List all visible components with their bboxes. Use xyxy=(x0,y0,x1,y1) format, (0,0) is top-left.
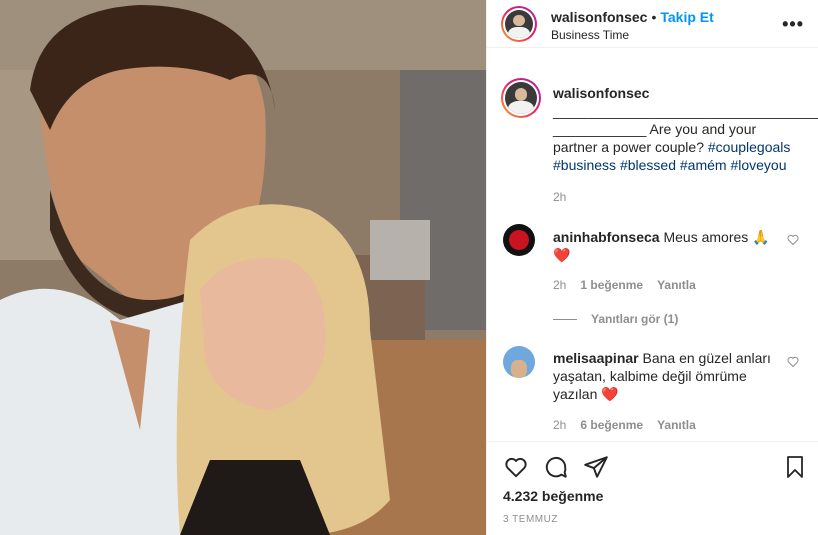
heart-icon[interactable] xyxy=(503,454,529,480)
reply-button[interactable]: Yanıtla xyxy=(657,278,696,292)
author-avatar[interactable] xyxy=(501,6,537,42)
hashtag-business[interactable]: #business xyxy=(553,157,616,173)
comment-text: Meus amores 🙏 xyxy=(663,229,770,245)
post-panel: walisonfonsec • Takip Et Business Time •••… xyxy=(486,0,818,535)
comment-melisaapinar: melisaapinar Bana en güzel anları yaşata… xyxy=(553,349,803,403)
caption-username[interactable]: walisonfonsec xyxy=(553,85,649,101)
bookmark-icon[interactable] xyxy=(783,454,807,480)
like-comment-icon[interactable] xyxy=(787,356,799,368)
caption-avatar[interactable] xyxy=(501,78,541,118)
comment-meta: 2h 1 beğenme Yanıtla xyxy=(553,278,696,292)
comment-aninhabfonseca: aninhabfonseca Meus amores 🙏 ❤️ xyxy=(553,228,803,264)
post-header: walisonfonsec • Takip Et Business Time ••• xyxy=(487,0,818,48)
location-link[interactable]: Business Time xyxy=(551,28,629,42)
comment-likes[interactable]: 6 beğenme xyxy=(580,418,643,432)
comment-likes[interactable]: 1 beğenme xyxy=(580,278,643,292)
caption-line-1: ___________________________________ xyxy=(553,103,818,119)
comment-time[interactable]: 2h xyxy=(553,278,566,292)
hashtag-amem[interactable]: #amém xyxy=(680,157,727,173)
comment-avatar-melisaapinar[interactable] xyxy=(503,346,535,378)
caption-line-2: ____________ Are you and your xyxy=(553,121,757,137)
comment-text-line-3: yazılan xyxy=(553,386,598,402)
post-photo[interactable] xyxy=(0,0,486,535)
view-replies-label: Yanıtları gör (1) xyxy=(591,312,679,326)
like-comment-icon[interactable] xyxy=(787,234,799,246)
heart-emoji: ❤️ xyxy=(553,247,571,263)
heart-emoji: ❤️ xyxy=(601,386,619,402)
comment-text-line-2: yaşatan, kalbime değil ömrüme xyxy=(553,368,747,384)
hashtag-couplegoals[interactable]: #couplegoals xyxy=(708,139,791,155)
comment-text-line-1: Bana en güzel anları xyxy=(642,350,771,366)
view-replies-button[interactable]: Yanıtları gör (1) xyxy=(553,312,678,326)
comment-username[interactable]: aninhabfonseca xyxy=(553,229,660,245)
separator-dot: • xyxy=(651,9,657,25)
more-options-icon[interactable]: ••• xyxy=(782,14,804,35)
replies-line xyxy=(553,319,577,321)
comment-meta: 2h 6 beğenme Yanıtla xyxy=(553,418,696,432)
reply-button[interactable]: Yanıtla xyxy=(657,418,696,432)
caption-time[interactable]: 2h xyxy=(553,190,566,204)
comment-icon[interactable] xyxy=(543,454,569,480)
photo-illustration xyxy=(0,0,486,535)
comment-username[interactable]: melisaapinar xyxy=(553,350,639,366)
follow-button[interactable]: Takip Et xyxy=(660,9,713,25)
caption: walisonfonsec __________________________… xyxy=(553,84,818,174)
likes-count[interactable]: 4.232 beğenme xyxy=(503,488,603,504)
hashtag-blessed[interactable]: #blessed xyxy=(620,157,676,173)
author-username[interactable]: walisonfonsec xyxy=(551,9,647,25)
caption-line-3: partner a power couple? xyxy=(553,139,708,155)
comments-section[interactable]: walisonfonsec __________________________… xyxy=(487,62,818,440)
post-actions: 4.232 beğenme 3 TEMMUZ xyxy=(487,441,818,535)
comment-avatar-aninhabfonseca[interactable] xyxy=(503,224,535,256)
header-title-row: walisonfonsec • Takip Et xyxy=(551,9,714,25)
hashtag-loveyou[interactable]: #loveyou xyxy=(730,157,786,173)
share-icon[interactable] xyxy=(583,454,609,480)
comment-time[interactable]: 2h xyxy=(553,418,566,432)
post-date[interactable]: 3 TEMMUZ xyxy=(503,514,558,525)
